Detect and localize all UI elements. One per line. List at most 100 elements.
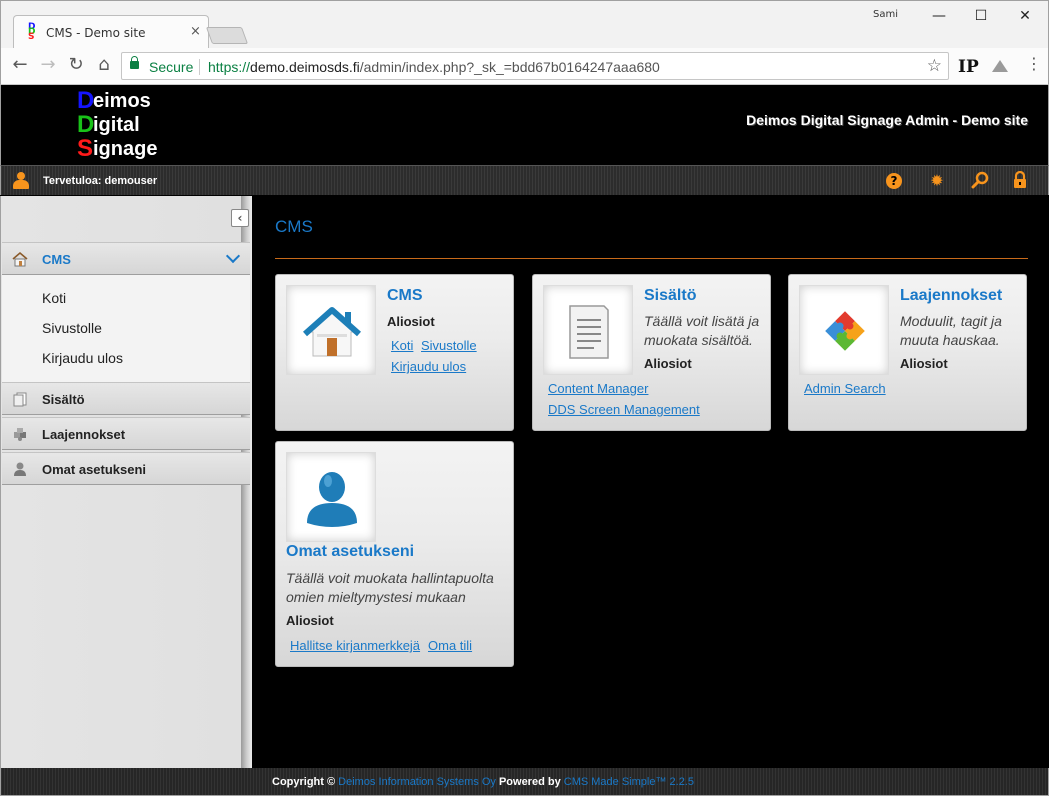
tab-title: CMS - Demo site — [46, 26, 146, 40]
browser-profile-name[interactable]: Sami — [873, 9, 898, 20]
url-host: demo.deimosds.fi — [250, 59, 360, 75]
logo-initial: D — [77, 87, 95, 114]
sidebar-section-label: Omat asetukseni — [42, 462, 147, 477]
bookmark-star-icon[interactable]: ☆ — [927, 56, 942, 76]
sidebar-section-cms[interactable]: CMS — [2, 242, 250, 275]
card-description: Täällä voit lisätä ja muokata sisältöä. — [644, 313, 760, 348]
cms-submenu: Koti Sivustolle Kirjaudu ulos — [2, 275, 250, 383]
user-icon — [14, 462, 26, 476]
card-image[interactable] — [286, 452, 376, 542]
card-sisalto: Sisältö Täällä voit lisätä ja muokata si… — [532, 274, 771, 431]
powered-by-label: Powered by — [498, 776, 561, 788]
new-tab-button[interactable] — [205, 27, 249, 44]
card-link-oma-tili[interactable]: Oma tili — [428, 638, 472, 653]
url-path: /admin/index.php?_sk_=bdd67b0164247aaa68… — [359, 59, 660, 75]
card-title[interactable]: Omat asetukseni — [286, 543, 414, 561]
sidebar-section-label: CMS — [42, 252, 71, 267]
tab-close-icon[interactable]: × — [190, 24, 201, 39]
card-image[interactable] — [286, 285, 376, 375]
lock-icon — [130, 56, 139, 69]
card-link-dds-screen-management[interactable]: DDS Screen Management — [548, 402, 700, 417]
gear-icon[interactable]: ✹ — [927, 171, 947, 191]
card-subsection-label: Aliosiot — [900, 356, 948, 371]
chevron-down-icon — [225, 248, 241, 264]
card-description: Moduulit, tagit ja muuta hauskaa. — [900, 313, 1002, 348]
card-laajennokset: Laajennokset Moduulit, tagit ja muuta ha… — [788, 274, 1027, 431]
sidebar-item-sivustolle[interactable]: Sivustolle — [42, 320, 102, 336]
logo-initial: D — [77, 111, 95, 138]
collapse-sidebar-button[interactable]: ‹ — [231, 209, 249, 227]
sidebar: ‹ CMS Koti Sivustolle Kirjaudu ulos Sisä… — [0, 196, 252, 768]
card-subsection-label: Aliosiot — [387, 314, 435, 329]
sidebar-section-laajennokset[interactable]: Laajennokset — [2, 417, 250, 450]
cms-link[interactable]: CMS Made Simple™ 2.2.5 — [564, 776, 694, 788]
sidebar-section-label: Laajennokset — [42, 427, 126, 442]
card-title[interactable]: CMS — [387, 287, 423, 305]
site-favicon-icon: D D S — [28, 22, 40, 42]
document-icon — [569, 305, 609, 359]
browser-menu-icon[interactable]: ⋮ — [1026, 54, 1042, 73]
house-icon — [303, 307, 361, 357]
logo-word: igital — [93, 114, 140, 136]
footer-text: Copyright © Deimos Information Systems O… — [272, 776, 694, 788]
sidebar-section-sisalto[interactable]: Sisältö — [2, 382, 250, 415]
page-title: CMS — [275, 217, 313, 236]
sidebar-section-label: Sisältö — [42, 392, 85, 407]
user-bar: Tervetuloa: demouser ? ✹ — [0, 165, 1049, 195]
card-title[interactable]: Laajennokset — [900, 287, 1002, 305]
card-link-hallitse-kirjanmerkkeja[interactable]: Hallitse kirjanmerkkejä — [290, 638, 420, 653]
browser-tabstrip: D D S CMS - Demo site × Sami — ☐ ✕ — [0, 0, 1049, 49]
home-icon[interactable]: ⌂ — [93, 54, 115, 76]
close-window-button[interactable]: ✕ — [1005, 5, 1045, 27]
address-bar[interactable]: Secure https://demo.deimosds.fi/admin/in… — [121, 52, 949, 80]
browser-toolbar: ← → ↻ ⌂ Secure https://demo.deimosds.fi/… — [0, 48, 1049, 85]
content-icon — [13, 392, 27, 407]
search-icon[interactable] — [970, 171, 990, 191]
omnibox-divider — [199, 59, 200, 75]
card-link-content-manager[interactable]: Content Manager — [548, 381, 648, 396]
card-title[interactable]: Sisältö — [644, 287, 696, 305]
footer: Copyright © Deimos Information Systems O… — [0, 768, 1049, 796]
logo-initial: S — [77, 135, 94, 162]
browser-tab[interactable]: D D S CMS - Demo site × — [13, 15, 209, 49]
minimize-button[interactable]: — — [919, 5, 959, 27]
ip-extension-icon[interactable]: IP — [958, 57, 979, 77]
card-subsection-label: Aliosiot — [286, 613, 334, 628]
user-profile-icon — [307, 472, 357, 527]
title-divider — [275, 258, 1028, 259]
help-icon[interactable]: ? — [886, 173, 902, 189]
main-content: CMS CMS Aliosiot Koti Sivustolle Kirjaud… — [252, 196, 1048, 768]
copyright-label: Copyright © — [272, 776, 336, 788]
forward-arrow-icon[interactable]: → — [37, 54, 59, 76]
url-scheme: https:// — [208, 59, 251, 75]
lock-logout-icon[interactable] — [1010, 170, 1030, 191]
card-cms: CMS Aliosiot Koti Sivustolle Kirjaudu ul… — [275, 274, 514, 431]
company-link[interactable]: Deimos Information Systems Oy — [338, 776, 496, 788]
app-header: D eimos D igital S ignage Deimos Digital… — [0, 85, 1049, 165]
site-title: Deimos Digital Signage Admin - Demo site — [746, 112, 1028, 128]
url-text[interactable]: https://demo.deimosds.fi/admin/index.php… — [208, 59, 660, 75]
secure-label: Secure — [149, 59, 194, 75]
card-link-sivustolle[interactable]: Sivustolle — [421, 338, 477, 353]
favicon-letter: S — [28, 32, 35, 42]
sidebar-section-omat-asetukseni[interactable]: Omat asetukseni — [2, 452, 250, 485]
card-description: Täällä voit muokata hallintapuolta omien… — [286, 570, 494, 605]
drive-extension-icon[interactable] — [992, 60, 1008, 72]
sidebar-item-koti[interactable]: Koti — [42, 290, 66, 306]
card-link-kirjaudu-ulos[interactable]: Kirjaudu ulos — [391, 359, 466, 374]
card-link-koti[interactable]: Koti — [391, 338, 413, 353]
logo-word: eimos — [93, 90, 151, 112]
card-omat-asetukseni: Omat asetukseni Täällä voit muokata hall… — [275, 441, 514, 667]
maximize-button[interactable]: ☐ — [961, 5, 1001, 27]
reload-icon[interactable]: ↻ — [65, 54, 87, 76]
logo-word: ignage — [93, 138, 158, 160]
card-image[interactable] — [543, 285, 633, 375]
back-arrow-icon[interactable]: ← — [9, 54, 31, 76]
card-link-admin-search[interactable]: Admin Search — [804, 381, 886, 396]
puzzle-icon — [825, 311, 865, 351]
user-icon — [13, 172, 29, 190]
welcome-text: Tervetuloa: demouser — [43, 175, 158, 187]
sidebar-item-kirjaudu-ulos[interactable]: Kirjaudu ulos — [42, 350, 123, 366]
card-subsection-label: Aliosiot — [644, 356, 692, 371]
card-image[interactable] — [799, 285, 889, 375]
